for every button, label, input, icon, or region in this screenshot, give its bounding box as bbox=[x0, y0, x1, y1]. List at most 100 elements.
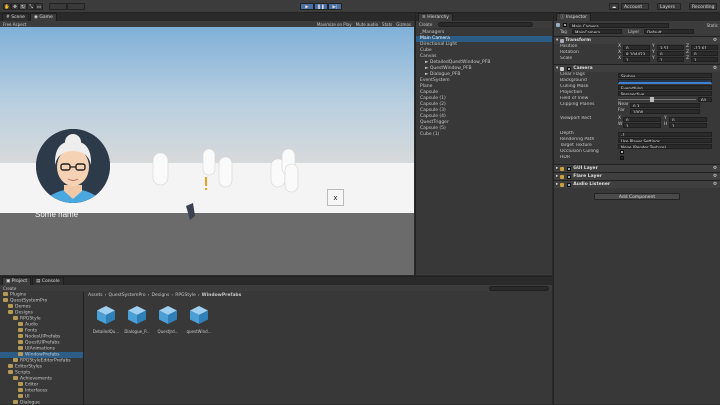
property-value-field[interactable]: Skybox bbox=[618, 73, 712, 78]
project-create-dropdown[interactable]: Create bbox=[3, 286, 16, 291]
component-enabled-checkbox[interactable] bbox=[567, 175, 571, 179]
property-value-field[interactable]: None (Render Texture) bbox=[618, 144, 712, 149]
slider-handle[interactable] bbox=[650, 97, 654, 102]
settings-gear-icon[interactable]: ⚙ bbox=[713, 37, 717, 44]
active-checkbox[interactable] bbox=[563, 23, 567, 27]
tab-game[interactable]: ◉ Game bbox=[30, 13, 57, 21]
step-button[interactable]: ▶| bbox=[328, 3, 342, 10]
global-toggle[interactable] bbox=[67, 3, 85, 10]
fov-slider[interactable] bbox=[618, 99, 696, 100]
component-enabled-checkbox[interactable] bbox=[567, 167, 571, 171]
viewport-h-field[interactable]: 1 bbox=[669, 123, 707, 128]
rotate-tool-icon[interactable]: ↻ bbox=[19, 3, 27, 10]
layout-dropdown[interactable]: Recording bbox=[689, 3, 717, 10]
rotation-y-field[interactable]: 0 bbox=[657, 51, 684, 56]
position-z-field[interactable]: -12.61 bbox=[691, 45, 718, 50]
viewport-x-field[interactable]: 0 bbox=[623, 117, 661, 122]
scale-z-field[interactable]: 1 bbox=[691, 57, 718, 62]
component-enabled-checkbox[interactable] bbox=[567, 183, 571, 187]
position-x-field[interactable]: 0 bbox=[623, 45, 650, 50]
tab-hierarchy[interactable]: ≡ Hierarchy bbox=[418, 13, 453, 21]
property-value-field[interactable]: Everything bbox=[618, 85, 712, 90]
property-checkbox[interactable] bbox=[620, 150, 624, 154]
fov-value-field[interactable]: 60 bbox=[698, 97, 712, 102]
scale-y-field[interactable]: 1 bbox=[657, 57, 684, 62]
folder-label: RPGStyleEditorPrefabs bbox=[20, 359, 71, 364]
pivot-toggle[interactable] bbox=[49, 3, 67, 10]
property-checkbox[interactable] bbox=[620, 156, 624, 160]
stats-toggle[interactable]: Stats bbox=[382, 22, 392, 27]
prefab-asset[interactable]: DetailedQu... bbox=[92, 304, 120, 334]
rotation-z-field[interactable]: 0 bbox=[691, 51, 718, 56]
rotation-x-field[interactable]: 8.104423 bbox=[623, 51, 650, 56]
asset-label: QuestJrd... bbox=[154, 329, 182, 334]
tag-dropdown[interactable]: MainCamera bbox=[572, 29, 622, 34]
static-toggle[interactable]: Static bbox=[707, 23, 718, 28]
hand-tool-icon[interactable]: ✋ bbox=[3, 3, 11, 10]
component-header[interactable]: ▸GUI Layer⚙ bbox=[554, 164, 720, 172]
background-color-swatch[interactable] bbox=[618, 79, 712, 84]
game-view[interactable]: Some name x bbox=[0, 27, 414, 275]
hierarchy-item[interactable]: Cube (1) bbox=[416, 132, 552, 138]
rect-tool-icon[interactable]: ▭ bbox=[35, 3, 43, 10]
viewport-y-field[interactable]: 0 bbox=[669, 117, 707, 122]
far-field[interactable]: 1000 bbox=[630, 109, 700, 114]
component-header[interactable]: ▸Audio Listener⚙ bbox=[554, 180, 720, 188]
breadcrumb-item[interactable]: WindowPrefabs bbox=[202, 293, 242, 298]
layers-dropdown[interactable]: Layers bbox=[657, 3, 681, 10]
project-search-input[interactable] bbox=[489, 286, 549, 291]
maximize-on-play-toggle[interactable]: Maximize on Play bbox=[317, 22, 352, 27]
property-value-field[interactable]: -1 bbox=[618, 132, 712, 137]
cloud-icon[interactable]: ☁ bbox=[609, 3, 619, 10]
component-title: GUI Layer bbox=[573, 165, 598, 172]
pause-button[interactable]: ❚❚ bbox=[314, 3, 328, 10]
gizmos-toggle[interactable]: Gizmos bbox=[396, 22, 411, 27]
add-component-button[interactable]: Add Component bbox=[594, 193, 680, 200]
near-field[interactable]: 0.3 bbox=[630, 103, 700, 108]
tab-inspector[interactable]: ⓘ Inspector bbox=[556, 13, 591, 21]
hierarchy-icon: ≡ bbox=[422, 15, 426, 20]
viewport-w-field[interactable]: 1 bbox=[623, 123, 661, 128]
settings-gear-icon[interactable]: ⚙ bbox=[713, 165, 717, 172]
main-toolbar: ✋ ✥ ↻ ⤡ ▭ ▶ ❚❚ ▶| ☁ Account Layers Recor… bbox=[0, 0, 720, 13]
object-name-field[interactable]: Main Camera bbox=[569, 23, 669, 28]
tab-project[interactable]: ▣ Project bbox=[2, 277, 31, 285]
position-y-field[interactable]: 3.51 bbox=[657, 45, 684, 50]
breadcrumb-item[interactable]: QuestSystemPro bbox=[108, 293, 145, 298]
aspect-dropdown[interactable]: Free Aspect bbox=[3, 22, 26, 27]
play-button[interactable]: ▶ bbox=[300, 3, 314, 10]
camera-component-header[interactable]: ▾ Camera ⚙ bbox=[554, 64, 720, 72]
close-button[interactable]: x bbox=[327, 189, 344, 206]
camera-enabled-checkbox[interactable] bbox=[567, 67, 571, 71]
prefab-cube-icon bbox=[95, 304, 117, 326]
hierarchy-create-dropdown[interactable]: Create bbox=[419, 22, 432, 27]
prefab-asset[interactable]: Dialogue_P... bbox=[123, 304, 151, 334]
tab-console[interactable]: ▤ Console bbox=[32, 277, 64, 285]
camera-properties: Clear FlagsSkyboxBackgroundCulling MaskE… bbox=[554, 72, 720, 102]
breadcrumb-item[interactable]: RPGStyle bbox=[175, 293, 196, 298]
property-value-field[interactable]: Use Player Settings bbox=[618, 138, 712, 143]
scale-x-field[interactable]: 1 bbox=[623, 57, 650, 62]
account-dropdown[interactable]: Account bbox=[621, 3, 649, 10]
settings-gear-icon[interactable]: ⚙ bbox=[713, 65, 717, 72]
settings-gear-icon[interactable]: ⚙ bbox=[713, 173, 717, 180]
component-header[interactable]: ▸Flare Layer⚙ bbox=[554, 172, 720, 180]
breadcrumb-item[interactable]: Assets bbox=[88, 293, 103, 298]
breadcrumb-item[interactable]: Designs bbox=[151, 293, 169, 298]
folder-icon bbox=[3, 292, 8, 296]
project-folder-item[interactable]: Dialogue bbox=[0, 400, 83, 405]
tab-scene[interactable]: # Scene bbox=[2, 13, 29, 21]
mute-audio-toggle[interactable]: Mute audio bbox=[356, 22, 378, 27]
transform-component-header[interactable]: ▾ Transform ⚙ bbox=[554, 36, 720, 44]
scale-tool-icon[interactable]: ⤡ bbox=[27, 3, 35, 10]
prefab-asset[interactable]: QuestJrd... bbox=[154, 304, 182, 334]
settings-gear-icon[interactable]: ⚙ bbox=[713, 181, 717, 188]
prefab-asset[interactable]: questWind... bbox=[185, 304, 213, 334]
game-icon: ◉ bbox=[34, 15, 38, 20]
foldout-icon: ▸ bbox=[556, 181, 558, 188]
hierarchy-search-input[interactable] bbox=[438, 22, 533, 27]
layer-dropdown[interactable]: Default bbox=[644, 29, 694, 34]
property-value-field[interactable]: Perspective bbox=[618, 91, 712, 96]
move-tool-icon[interactable]: ✥ bbox=[11, 3, 19, 10]
hierarchy-tab-bar: ≡ Hierarchy bbox=[416, 13, 552, 21]
